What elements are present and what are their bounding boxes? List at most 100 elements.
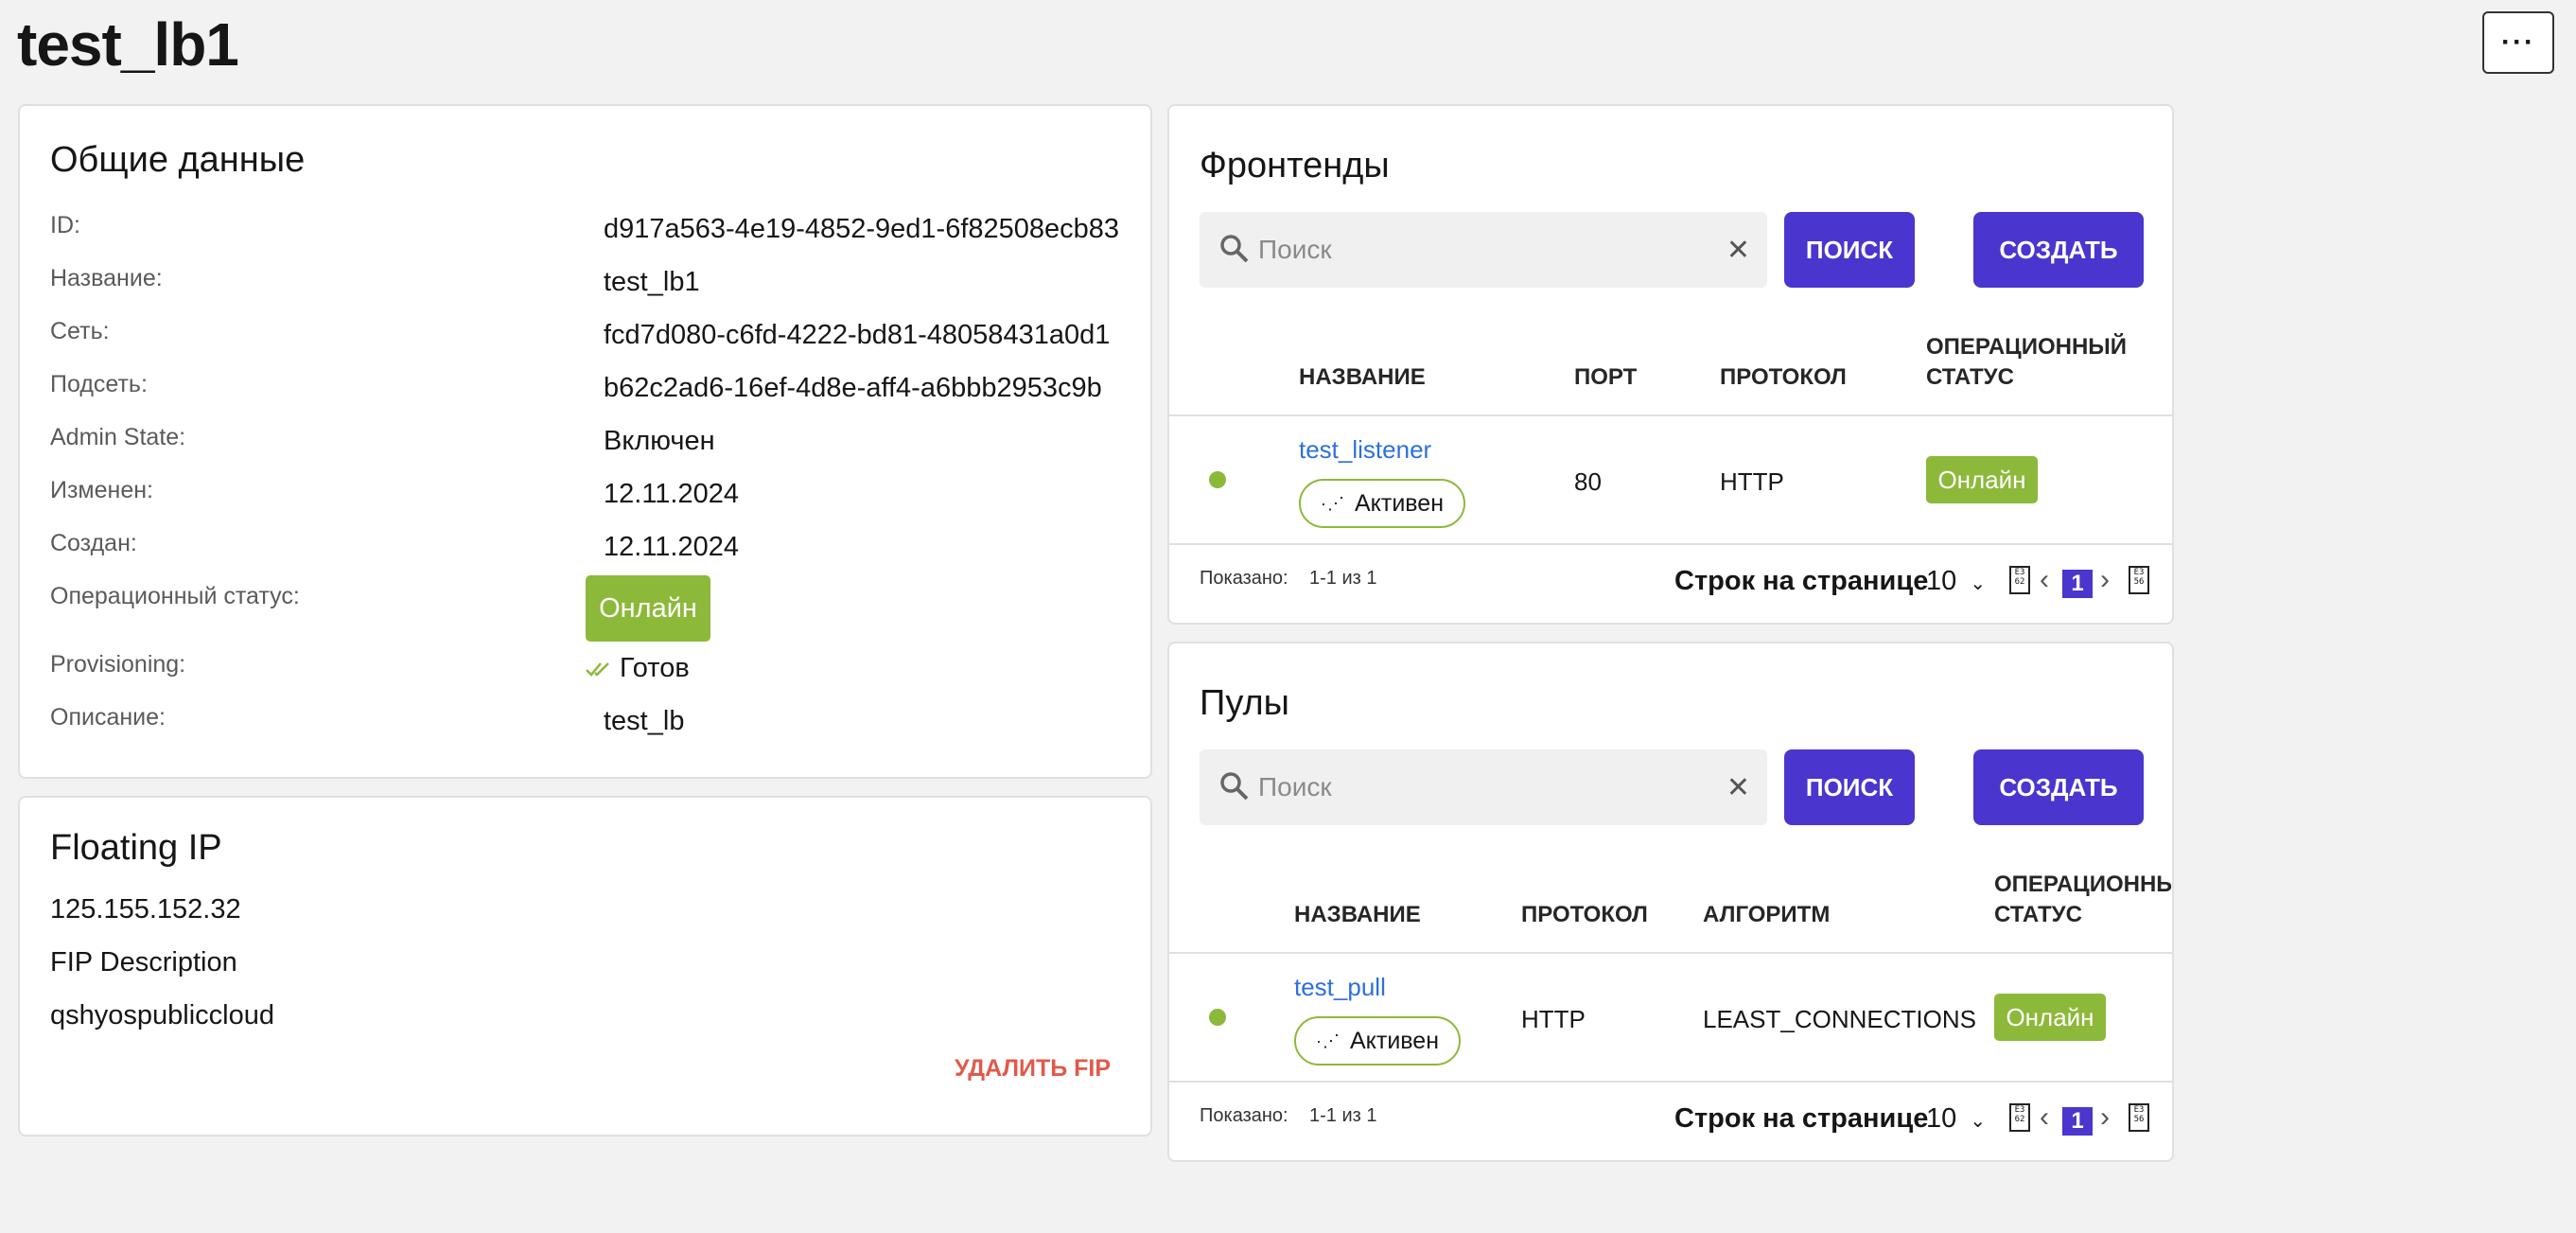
shown-value: 1-1 из 1: [1309, 568, 1377, 589]
footer-divider: [1169, 543, 2172, 545]
loading-icon: ·⋰: [1315, 1030, 1341, 1050]
clear-search-icon[interactable]: ✕: [1726, 771, 1750, 804]
pools-search-button[interactable]: ПОИСК: [1784, 749, 1915, 825]
last-page-icon[interactable]: E3 56: [2129, 1103, 2149, 1132]
col-op-status-line2[interactable]: СТАТУС: [1926, 362, 2014, 393]
rows-per-page-select[interactable]: 10 ⌄: [1926, 1103, 1986, 1135]
frontends-card: Фронтенды Поиск ✕ ПОИСК СОЗДАТЬ НАЗВАНИЕ…: [1167, 104, 2174, 625]
col-name[interactable]: НАЗВАНИЕ: [1294, 900, 1421, 930]
next-page-icon[interactable]: ›: [2100, 564, 2110, 596]
status-dot: [1209, 471, 1226, 488]
description-label: Описание:: [50, 704, 166, 731]
search-icon: [1220, 235, 1249, 263]
admin-state-value: Включен: [604, 426, 715, 456]
general-data-card: Общие данные ID: d917a563-4e19-4852-9ed1…: [18, 104, 1152, 779]
name-value: test_lb1: [604, 267, 700, 297]
footer-divider: [1169, 1081, 2172, 1083]
search-icon: [1220, 772, 1249, 801]
status-dot: [1209, 1009, 1226, 1026]
chevron-down-icon: ⌄: [1970, 1111, 1987, 1132]
first-page-icon[interactable]: E3 62: [2009, 566, 2030, 594]
frontend-status-value: Онлайн: [1937, 465, 2026, 494]
network-label: Сеть:: [50, 318, 110, 344]
more-icon: ···: [2501, 26, 2535, 58]
shown-value: 1-1 из 1: [1309, 1105, 1377, 1126]
fip-address: 125.155.152.32: [50, 894, 241, 925]
name-label: Название:: [50, 265, 163, 291]
pools-card: Пулы Поиск ✕ ПОИСК СОЗДАТЬ НАЗВАНИЕ ПРОТ…: [1167, 642, 2174, 1162]
general-data-title: Общие данные: [50, 140, 306, 180]
overflow-menu-button[interactable]: ···: [2482, 11, 2554, 74]
frontend-status-badge: Онлайн: [1926, 456, 2038, 503]
provisioning-value: Готов: [620, 653, 690, 683]
updated-value: 12.11.2024: [604, 479, 739, 509]
pool-status-value: Онлайн: [2006, 1002, 2094, 1031]
col-port[interactable]: ПОРТ: [1574, 362, 1637, 393]
col-op-status-line2[interactable]: СТАТУС: [1994, 900, 2082, 930]
pool-status-badge: Онлайн: [1994, 994, 2106, 1041]
pool-name-link[interactable]: test_pull: [1294, 973, 1386, 1002]
first-page-icon[interactable]: E3 62: [2009, 1103, 2030, 1132]
current-page[interactable]: 1: [2062, 570, 2093, 598]
provisioning-pill: ·⋰ Активен: [1294, 1016, 1461, 1066]
operational-status-value: Онлайн: [599, 592, 697, 624]
frontend-name-link[interactable]: test_listener: [1299, 435, 1431, 465]
rows-per-page-label: Строк на странице: [1674, 566, 1929, 596]
frontends-create-button[interactable]: СОЗДАТЬ: [1973, 212, 2144, 288]
fip-network: qshyospubliccloud: [50, 1000, 274, 1030]
provisioning-status: Готов: [586, 653, 690, 684]
current-page[interactable]: 1: [2062, 1107, 2093, 1136]
pools-title: Пулы: [1200, 683, 1289, 723]
rows-per-page-value: 10: [1926, 566, 1957, 596]
provisioning-pill-label: Активен: [1354, 489, 1445, 517]
id-label: ID:: [50, 212, 80, 238]
updated-label: Изменен:: [50, 477, 153, 503]
col-name[interactable]: НАЗВАНИЕ: [1299, 362, 1426, 393]
provisioning-pill: ·⋰ Активен: [1299, 479, 1465, 528]
shown-label: Показано:: [1200, 568, 1288, 589]
provisioning-label: Provisioning:: [50, 651, 186, 678]
clear-search-icon[interactable]: ✕: [1726, 234, 1750, 267]
admin-state-label: Admin State:: [50, 424, 186, 450]
search-placeholder: Поиск: [1258, 235, 1332, 264]
col-protocol[interactable]: ПРОТОКОЛ: [1720, 362, 1847, 393]
operational-status-badge: Онлайн: [586, 575, 710, 642]
description-value: test_lb: [604, 706, 685, 736]
col-protocol[interactable]: ПРОТОКОЛ: [1521, 900, 1648, 930]
double-check-icon: [586, 661, 609, 677]
page-title: test_lb1: [17, 10, 239, 79]
col-algorithm[interactable]: АЛГОРИТМ: [1703, 900, 1830, 930]
created-label: Создан:: [50, 530, 137, 556]
floating-ip-title: Floating IP: [50, 828, 222, 868]
rows-per-page-value: 10: [1926, 1103, 1957, 1134]
rows-per-page-label: Строк на странице: [1674, 1103, 1929, 1134]
pool-protocol: HTTP: [1521, 1005, 1586, 1033]
id-value: d917a563-4e19-4852-9ed1-6f82508ecb83: [604, 214, 1120, 244]
pool-algorithm: LEAST_CONNECTIONS: [1703, 1005, 1976, 1033]
col-op-status-line1[interactable]: ОПЕРАЦИОННЫЙ: [1926, 332, 2127, 362]
frontend-protocol: HTTP: [1720, 467, 1784, 496]
search-placeholder: Поиск: [1258, 772, 1332, 801]
delete-fip-button[interactable]: УДАЛИТЬ FIP: [955, 1055, 1111, 1083]
pools-search-input[interactable]: Поиск ✕: [1200, 749, 1767, 825]
chevron-down-icon: ⌄: [1970, 573, 1987, 594]
last-page-icon[interactable]: E3 56: [2129, 566, 2149, 594]
frontend-port: 80: [1574, 467, 1602, 496]
frontends-title: Фронтенды: [1200, 146, 1390, 185]
subnet-label: Подсеть:: [50, 371, 148, 397]
rows-per-page-select[interactable]: 10 ⌄: [1926, 566, 1986, 597]
provisioning-pill-label: Активен: [1349, 1027, 1440, 1054]
pools-create-button[interactable]: СОЗДАТЬ: [1973, 749, 2144, 825]
prev-page-icon[interactable]: ‹: [2040, 564, 2049, 596]
network-value: fcd7d080-c6fd-4222-bd81-48058431a0d1: [604, 320, 1111, 350]
col-op-status-line1[interactable]: ОПЕРАЦИОННЫ: [1994, 870, 2172, 900]
prev-page-icon[interactable]: ‹: [2040, 1101, 2049, 1134]
next-page-icon[interactable]: ›: [2100, 1101, 2110, 1134]
frontends-search-button[interactable]: ПОИСК: [1784, 212, 1915, 288]
frontends-search-input[interactable]: Поиск ✕: [1200, 212, 1767, 288]
subnet-value: b62c2ad6-16ef-4d8e-aff4-a6bbb2953c9b: [604, 373, 1102, 403]
created-value: 12.11.2024: [604, 532, 739, 562]
loading-icon: ·⋰: [1320, 493, 1345, 513]
header-divider: [1169, 952, 2172, 954]
shown-label: Показано:: [1200, 1105, 1288, 1126]
